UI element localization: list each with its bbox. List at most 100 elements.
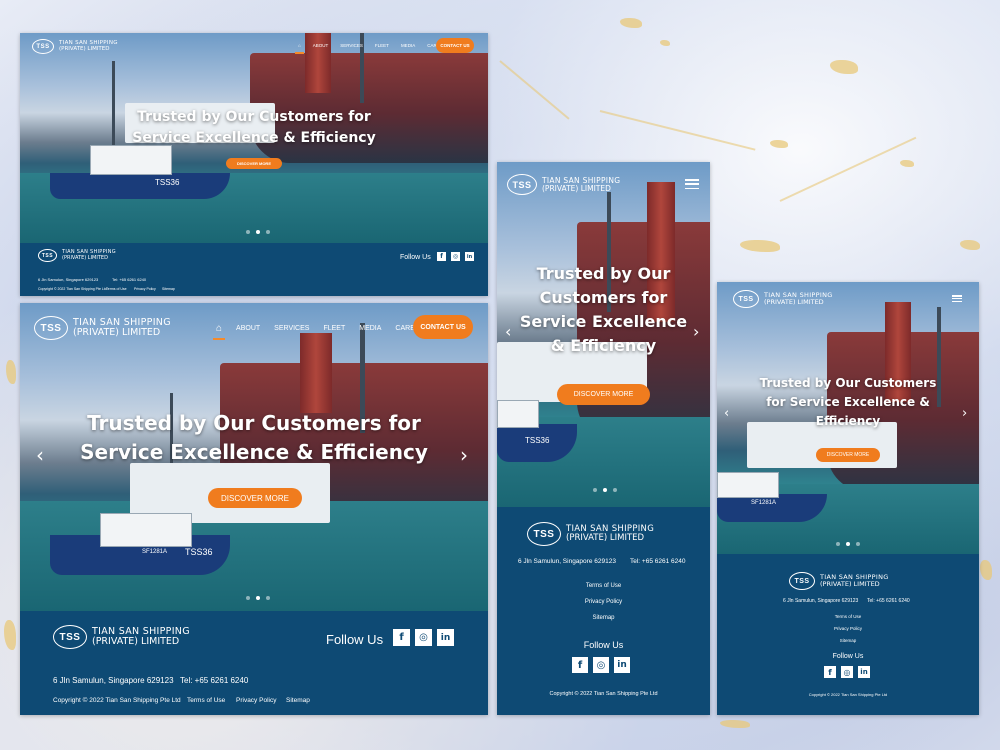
footer-logo[interactable]: TSS TIAN SAN SHIPPING (PRIVATE) LIMITED <box>53 625 190 649</box>
discover-more-button[interactable]: DISCOVER MORE <box>226 158 282 169</box>
footer-logo-subname: (PRIVATE) LIMITED <box>820 580 880 588</box>
next-slide-icon[interactable]: › <box>693 322 699 341</box>
social-links: f ◎ in <box>393 629 454 646</box>
footer-link-sitemap[interactable]: Sitemap <box>717 638 979 643</box>
nav-about[interactable]: ABOUT <box>236 325 260 332</box>
hero-headline: Trusted by Our Customers for Service Exc… <box>497 262 710 358</box>
nav-media[interactable]: MEDIA <box>359 325 381 332</box>
footer-copyright: Copyright © 2022 Tian San Shipping Pte L… <box>38 287 107 291</box>
hero-headline: Trusted by Our Customers for Service Exc… <box>20 409 488 467</box>
main-nav: ⌂ ABOUT SERVICES FLEET MEDIA CAREER <box>212 323 425 340</box>
facebook-icon[interactable]: f <box>393 629 410 646</box>
instagram-icon[interactable]: ◎ <box>451 252 460 261</box>
follow-us-label: Follow Us <box>583 640 624 650</box>
nav-services[interactable]: SERVICES <box>340 43 363 48</box>
next-slide-icon[interactable]: › <box>962 406 967 421</box>
discover-more-button[interactable]: DISCOVER MORE <box>816 448 880 462</box>
footer-logo-badge: TSS <box>53 625 87 649</box>
headline-line-4: & Efficiency <box>550 336 657 355</box>
contact-us-button[interactable]: CONTACT US <box>436 38 474 53</box>
home-icon[interactable]: ⌂ <box>295 43 304 54</box>
logo-badge: TSS <box>34 316 68 340</box>
slide-dots[interactable] <box>246 230 270 234</box>
headline-line-2: Customers for <box>539 288 668 307</box>
mobile-preview: TSS36 TSS TIAN SAN SHIPPING (PRIVATE) LI… <box>497 162 710 715</box>
footer-logo[interactable]: TSS TIAN SAN SHIPPING (PRIVATE) LIMITED <box>789 572 889 590</box>
desktop-preview-large: TSS36 SF1281A TSS TIAN SAN SHIPPING (PRI… <box>20 303 488 715</box>
slide-dots[interactable] <box>836 542 860 546</box>
follow-us-label: Follow Us <box>400 254 431 261</box>
headline-line-2: Service Excellence & Efficiency <box>80 440 428 464</box>
footer-link-terms[interactable]: Terms of Use <box>497 583 710 589</box>
footer-link-privacy[interactable]: Privacy Policy <box>236 697 276 704</box>
slide-dots[interactable] <box>593 488 617 492</box>
menu-icon[interactable] <box>685 179 699 189</box>
nav-services[interactable]: SERVICES <box>274 325 309 332</box>
footer-copyright: Copyright © 2022 Tian San Shipping Pte L… <box>53 697 181 704</box>
prev-slide-icon[interactable]: ‹ <box>505 322 511 341</box>
footer-link-terms[interactable]: Terms of Use <box>106 287 127 291</box>
site-footer: TSS TIAN SAN SHIPPING (PRIVATE) LIMITED … <box>20 611 488 715</box>
nav-about[interactable]: ABOUT <box>313 43 329 48</box>
footer-link-privacy[interactable]: Privacy Policy <box>717 626 979 631</box>
nav-fleet[interactable]: FLEET <box>323 325 345 332</box>
footer-copyright: Copyright © 2022 Tian San Shipping Pte L… <box>808 692 888 697</box>
facebook-icon[interactable]: f <box>572 657 588 673</box>
nav-media[interactable]: MEDIA <box>401 43 415 48</box>
footer-link-sitemap[interactable]: Sitemap <box>286 697 310 704</box>
footer-tel: Tel: +65 6261 6240 <box>180 676 249 685</box>
main-nav: ⌂ ABOUT SERVICES FLEET MEDIA CAREER <box>295 43 446 54</box>
logo-badge: TSS <box>733 290 759 308</box>
home-icon[interactable]: ⌂ <box>212 323 226 340</box>
site-logo[interactable]: TSS TIAN SAN SHIPPING (PRIVATE) LIMITED <box>34 316 171 340</box>
footer-link-sitemap[interactable]: Sitemap <box>497 615 710 621</box>
follow-us-label: Follow Us <box>832 653 864 660</box>
headline-line-2: Service Excellence & Efficiency <box>132 130 376 146</box>
nav-fleet[interactable]: FLEET <box>375 43 389 48</box>
prev-slide-icon[interactable]: ‹ <box>36 443 44 467</box>
footer-link-privacy[interactable]: Privacy Policy <box>134 287 156 291</box>
hero-headline: Trusted by Our Customers for Service Exc… <box>717 374 979 431</box>
footer-tel: Tel: +65 6261 6240 <box>630 558 686 565</box>
footer-logo[interactable]: TSS TIAN SAN SHIPPING (PRIVATE) LIMITED <box>527 522 654 546</box>
site-footer: TSS TIAN SAN SHIPPING (PRIVATE) LIMITED … <box>717 554 979 715</box>
logo-subname: (PRIVATE) LIMITED <box>59 45 110 52</box>
instagram-icon[interactable]: ◎ <box>841 666 853 678</box>
discover-more-button[interactable]: DISCOVER MORE <box>557 384 650 405</box>
menu-icon[interactable] <box>952 295 962 302</box>
linkedin-icon[interactable]: in <box>465 252 474 261</box>
footer-link-terms[interactable]: Terms of Use <box>187 697 225 704</box>
headline-line-1: Trusted by Our Customers <box>759 376 937 390</box>
footer-logo-badge: TSS <box>38 249 57 262</box>
site-logo[interactable]: TSS TIAN SAN SHIPPING (PRIVATE) LIMITED <box>733 290 833 308</box>
footer-copyright: Copyright © 2022 Tian San Shipping Pte L… <box>549 691 658 697</box>
logo-subname: (PRIVATE) LIMITED <box>542 183 611 193</box>
hero-banner: TSS36 TSS TIAN SAN SHIPPING (PRIVATE) LI… <box>20 33 488 243</box>
social-links: f ◎ in <box>437 252 474 261</box>
site-logo[interactable]: TSS TIAN SAN SHIPPING (PRIVATE) LIMITED <box>32 39 118 54</box>
logo-badge: TSS <box>32 39 54 54</box>
footer-link-privacy[interactable]: Privacy Policy <box>497 599 710 605</box>
contact-us-button[interactable]: CONTACT US <box>413 315 473 339</box>
instagram-icon[interactable]: ◎ <box>593 657 609 673</box>
slide-dots[interactable] <box>246 596 270 600</box>
hero-headline: Trusted by Our Customers for Service Exc… <box>20 107 488 149</box>
instagram-icon[interactable]: ◎ <box>415 629 432 646</box>
facebook-icon[interactable]: f <box>437 252 446 261</box>
site-logo[interactable]: TSS TIAN SAN SHIPPING (PRIVATE) LIMITED <box>507 174 620 195</box>
facebook-icon[interactable]: f <box>824 666 836 678</box>
footer-logo[interactable]: TSS TIAN SAN SHIPPING (PRIVATE) LIMITED <box>38 249 116 262</box>
hero-banner: TSS36 SF1281A TSS TIAN SAN SHIPPING (PRI… <box>20 303 488 611</box>
linkedin-icon[interactable]: in <box>614 657 630 673</box>
footer-link-sitemap[interactable]: Sitemap <box>162 287 175 291</box>
linkedin-icon[interactable]: in <box>858 666 870 678</box>
next-slide-icon[interactable]: › <box>460 443 468 467</box>
headline-line-1: Trusted by Our <box>536 264 671 283</box>
linkedin-icon[interactable]: in <box>437 629 454 646</box>
footer-link-terms[interactable]: Terms of Use <box>717 614 979 619</box>
logo-subname: (PRIVATE) LIMITED <box>73 327 161 338</box>
discover-more-button[interactable]: DISCOVER MORE <box>208 488 302 508</box>
footer-address: 6 Jln Samulun, Singapore 629123 <box>518 558 616 565</box>
prev-slide-icon[interactable]: ‹ <box>724 406 729 421</box>
follow-us-label: Follow Us <box>326 632 384 647</box>
